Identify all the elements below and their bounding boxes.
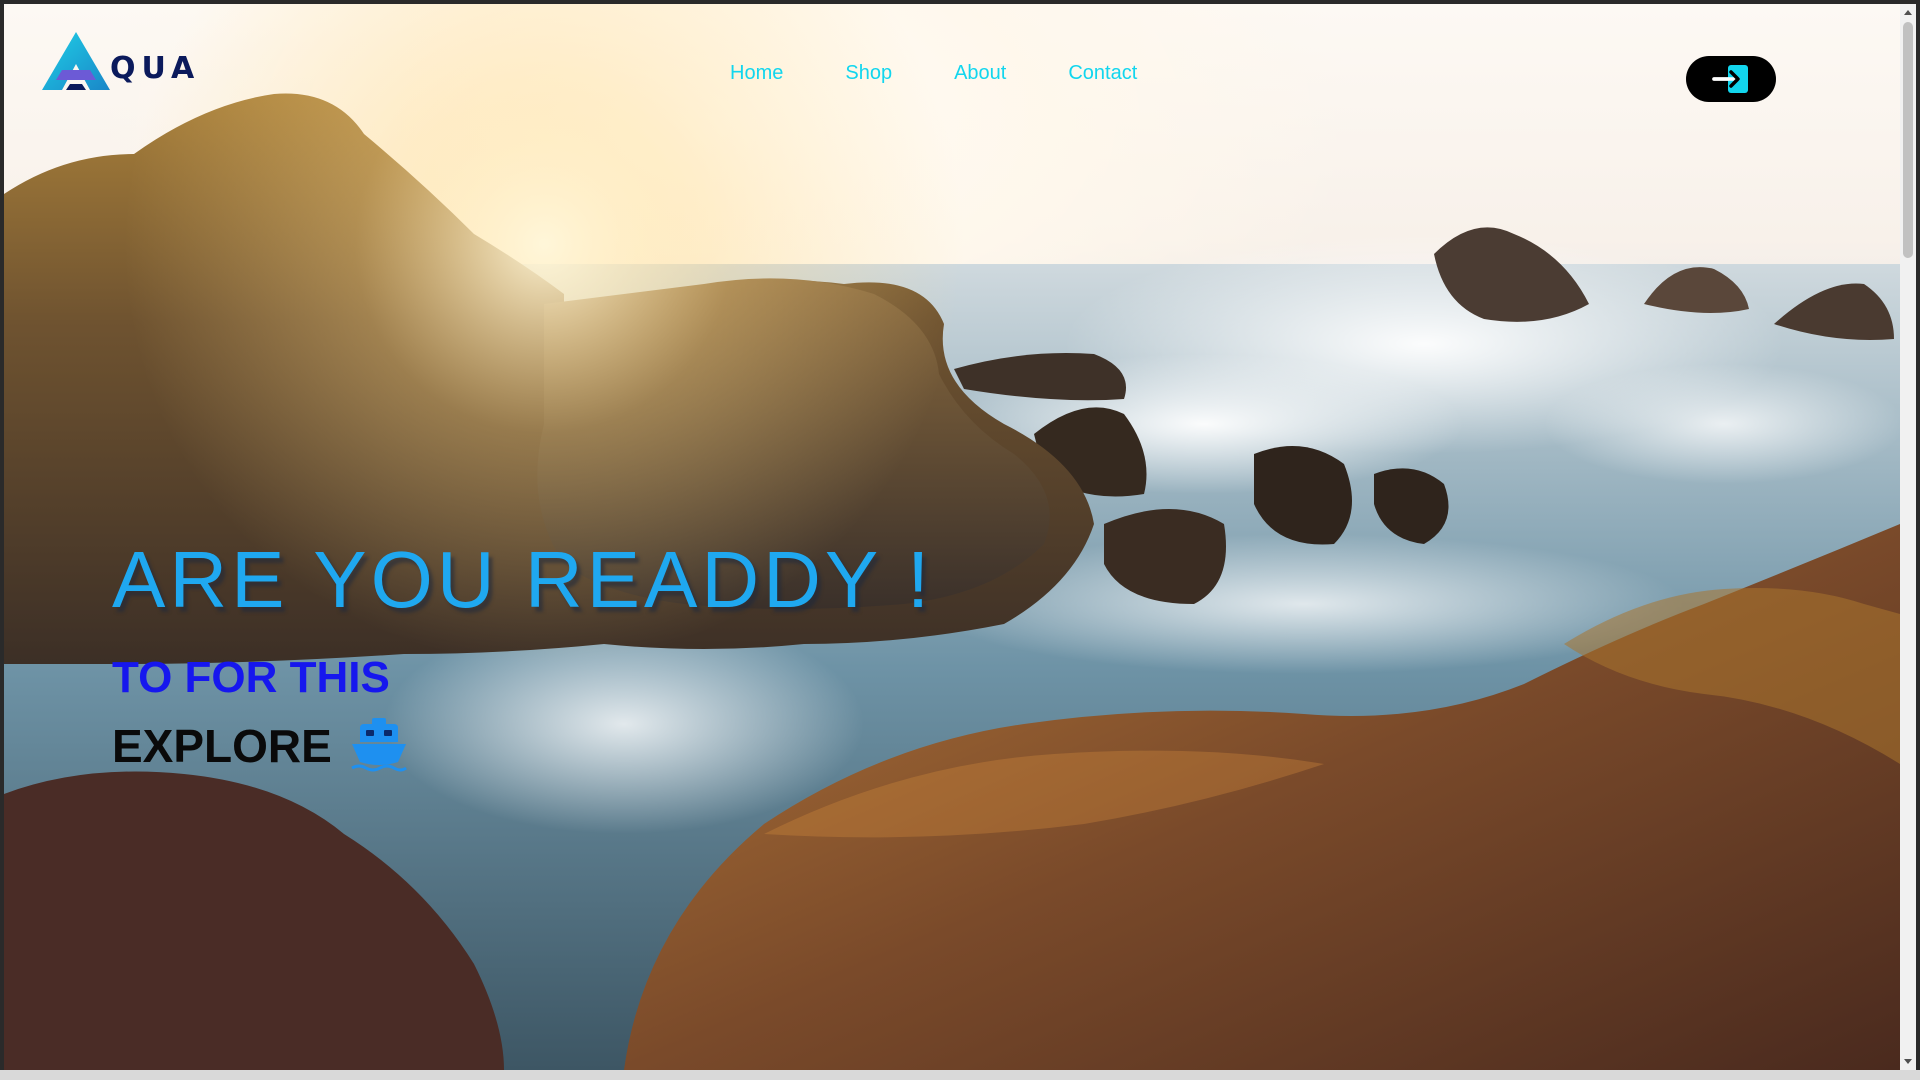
hero-title: ARE YOU READDY !: [112, 535, 934, 624]
page-scrollbar[interactable]: [1900, 4, 1916, 1070]
scroll-down-icon[interactable]: [1904, 1059, 1912, 1064]
brand-logo[interactable]: QUA: [40, 30, 194, 92]
nav-link-contact[interactable]: Contact: [1068, 62, 1137, 85]
brand-logo-text: QUA: [110, 51, 201, 86]
explore-label: EXPLORE: [112, 720, 332, 772]
login-arrow-icon: [1712, 65, 1748, 93]
browser-window: QUA Home Shop About Contact ARE YOU READ…: [0, 0, 1920, 1080]
login-button[interactable]: [1686, 56, 1776, 102]
scroll-up-icon[interactable]: [1904, 10, 1912, 15]
nav-link-shop[interactable]: Shop: [845, 62, 892, 85]
explore-link[interactable]: EXPLORE: [112, 718, 408, 774]
page-viewport: QUA Home Shop About Contact ARE YOU READ…: [4, 4, 1900, 1070]
triangle-a-logo-icon: [42, 32, 110, 90]
window-bottom-edge: [0, 1070, 1920, 1080]
ship-icon: [351, 718, 407, 772]
scrollbar-thumb[interactable]: [1903, 22, 1913, 258]
nav-link-home[interactable]: Home: [730, 62, 783, 85]
main-nav: Home Shop About Contact: [730, 62, 1137, 85]
nav-link-about[interactable]: About: [954, 62, 1006, 85]
hero-subtitle: TO FOR THIS: [112, 653, 390, 702]
